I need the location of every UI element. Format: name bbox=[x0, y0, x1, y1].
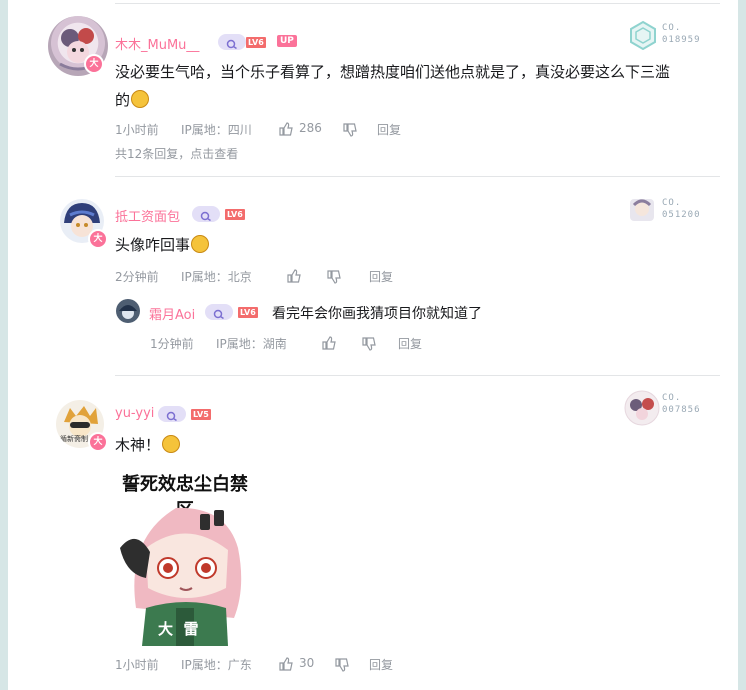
fan-card[interactable]: CO. 051200 bbox=[628, 195, 712, 225]
comment-time: 1小时前 bbox=[115, 658, 159, 672]
ip-location: IP属地：湖南 bbox=[216, 337, 287, 351]
avatar[interactable]: 循新斋制 大 bbox=[56, 400, 108, 452]
reply-button[interactable]: 回复 bbox=[377, 121, 401, 138]
comment-item: 大 木木_MuMu__ LV6 UP CO. 018959 没必要生气哈，当个乐子… bbox=[8, 0, 738, 176]
up-badge: UP bbox=[277, 35, 297, 47]
fan-medal-icon bbox=[624, 390, 660, 426]
comment-text-line: 木神！ bbox=[115, 436, 161, 454]
like-icon[interactable] bbox=[322, 336, 336, 350]
comment-text: 木神！ bbox=[115, 431, 181, 459]
da-badge: 大 bbox=[84, 54, 104, 74]
level-badge: LV6 bbox=[238, 307, 258, 318]
avatar-art-icon bbox=[119, 305, 137, 319]
level-badge: LV6 bbox=[225, 209, 245, 220]
reply-button[interactable]: 回复 bbox=[369, 656, 393, 673]
fan-label: CO. bbox=[662, 23, 682, 33]
comment-item: 循新斋制 大 yu-yyi LV5 CO.007856 木神！ 誓死效忠尘白禁区 bbox=[8, 376, 738, 690]
like-icon[interactable] bbox=[287, 269, 301, 283]
search-tag-button[interactable] bbox=[218, 34, 246, 50]
search-icon bbox=[200, 211, 211, 222]
sticker-jersey-text: 大 雷 bbox=[158, 620, 199, 638]
comment-time: 1小时前 bbox=[115, 123, 159, 137]
username[interactable]: 木木_MuMu__ bbox=[115, 34, 199, 53]
comment-text-line: 头像咋回事 bbox=[115, 236, 191, 254]
fan-medal-icon bbox=[630, 20, 656, 50]
fan-card[interactable]: CO. 007856 bbox=[624, 390, 708, 426]
comment-panel: 大 木木_MuMu__ LV6 UP CO. 018959 没必要生气哈，当个乐子… bbox=[8, 0, 738, 690]
dislike-icon[interactable] bbox=[362, 337, 376, 351]
da-badge: 大 bbox=[88, 432, 108, 452]
like-icon[interactable] bbox=[279, 657, 293, 671]
comment-text: 没必要生气哈，当个乐子看算了，想蹭热度咱们送他点就是了，真没必要这么下三滥 的 bbox=[115, 58, 720, 114]
reply-button[interactable]: 回复 bbox=[369, 268, 393, 285]
view-replies-link[interactable]: 共12条回复，点击查看 bbox=[115, 145, 238, 162]
search-icon bbox=[166, 411, 177, 422]
avatar[interactable]: 大 bbox=[48, 16, 108, 76]
da-badge: 大 bbox=[88, 229, 108, 249]
ip-location: IP属地：四川 bbox=[181, 123, 252, 137]
fan-number: 007856 bbox=[662, 405, 701, 415]
fan-number: 018959 bbox=[662, 35, 701, 45]
avatar[interactable] bbox=[116, 299, 140, 323]
comment-text-line: 的 bbox=[115, 91, 131, 109]
avatar-caption: 循新斋制 bbox=[60, 435, 88, 443]
fan-card[interactable]: CO. 018959 bbox=[628, 20, 712, 50]
comment-time: 1分钟前 bbox=[150, 337, 194, 351]
like-count: 286 bbox=[299, 121, 322, 135]
reply-button[interactable]: 回复 bbox=[398, 335, 422, 352]
like-count: 30 bbox=[299, 656, 315, 670]
dislike-icon[interactable] bbox=[343, 123, 357, 137]
comment-time: 2分钟前 bbox=[115, 270, 159, 284]
comment-text-line: 没必要生气哈，当个乐子看算了，想蹭热度咱们送他点就是了，真没必要这么下三滥 bbox=[115, 63, 671, 81]
sticker-image[interactable]: 誓死效忠尘白禁区 大 雷 bbox=[116, 468, 254, 648]
sub-reply-text: 看完年会你画我猜项目你就知道了 bbox=[272, 306, 482, 322]
sub-reply-username[interactable]: 霜月Aoi bbox=[149, 304, 195, 323]
laugh-emoji-icon bbox=[191, 235, 210, 253]
search-icon bbox=[226, 39, 237, 50]
search-icon bbox=[213, 309, 224, 320]
dislike-icon[interactable] bbox=[335, 658, 349, 672]
like-icon[interactable] bbox=[279, 122, 293, 136]
fan-label: CO. bbox=[662, 393, 682, 403]
search-tag-button[interactable] bbox=[158, 406, 186, 422]
comment-meta: 2分钟前 IP属地：北京 回复 bbox=[115, 268, 415, 284]
ip-location: IP属地：广东 bbox=[181, 658, 252, 672]
fan-medal-icon bbox=[630, 199, 654, 221]
comment-meta: 1小时前 IP属地：四川 286 回复 bbox=[115, 121, 415, 137]
search-tag-button[interactable] bbox=[205, 304, 233, 320]
ip-location: IP属地：北京 bbox=[181, 270, 252, 284]
comment-meta: 1小时前 IP属地：广东 30 回复 bbox=[115, 656, 415, 672]
comment-text: 头像咋回事 bbox=[115, 231, 210, 259]
level-badge: LV6 bbox=[246, 37, 266, 48]
search-tag-button[interactable] bbox=[192, 206, 220, 222]
shock-emoji-icon bbox=[162, 435, 181, 453]
avatar[interactable]: 大 bbox=[60, 199, 108, 249]
username[interactable]: 抵工资面包 bbox=[115, 206, 180, 225]
username[interactable]: yu-yyi bbox=[115, 406, 154, 421]
fan-number: 051200 bbox=[662, 210, 701, 220]
fan-label: CO. bbox=[662, 198, 682, 208]
sub-reply-meta: 1分钟前 IP属地：湖南 回复 bbox=[150, 335, 450, 351]
level-badge: LV5 bbox=[191, 409, 211, 420]
dislike-icon[interactable] bbox=[327, 270, 341, 284]
comment-item: 大 抵工资面包 LV6 CO. 051200 头像咋回事 2分钟前 IP属地：北京… bbox=[8, 177, 738, 375]
smirk-emoji-icon bbox=[131, 90, 150, 108]
